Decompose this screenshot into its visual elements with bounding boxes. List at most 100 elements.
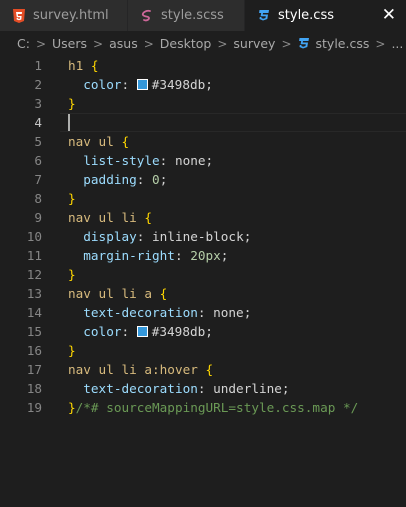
code-token-num: 0 [152, 172, 160, 187]
line-number: 8 [34, 191, 42, 206]
code-token-sel: nav ul [68, 134, 122, 149]
css3-icon [256, 8, 272, 24]
breadcrumb-item-asus[interactable]: asus [109, 36, 138, 51]
code-line[interactable]: 11 margin-right: 20px; [0, 246, 406, 265]
code-line[interactable]: 5 nav ul { [0, 132, 406, 151]
code-line[interactable]: 9 nav ul li { [0, 208, 406, 227]
code-line[interactable]: 14 text-decoration: none; [0, 303, 406, 322]
html5-icon [11, 8, 27, 24]
code-token-prop: color [83, 324, 122, 339]
tab-survey-html[interactable]: survey.html [0, 0, 128, 31]
code-line[interactable]: 18 text-decoration: underline; [0, 379, 406, 398]
code-token-brace: { [205, 362, 214, 377]
code-text: nav ul li a { [68, 284, 167, 303]
code-token-brace: } [68, 400, 76, 415]
chevron-right-icon: > [143, 36, 154, 51]
line-number: 11 [26, 248, 42, 263]
code-token-plain: : underline; [197, 381, 290, 396]
line-number: 14 [26, 305, 42, 320]
code-text: }/*# sourceMappingURL=style.css.map */ [68, 398, 358, 417]
code-token-plain: : none; [159, 153, 214, 168]
line-number: 6 [34, 153, 42, 168]
code-text: nav ul li { [68, 208, 152, 227]
code-line[interactable]: 17 nav ul li a:hover { [0, 360, 406, 379]
line-number: 2 [34, 77, 42, 92]
code-line[interactable]: 4 [0, 113, 406, 132]
code-editor[interactable]: 1 h1 {2 color: #3498db; 3} 4 5 nav ul {6 list… [0, 56, 406, 507]
code-token-brace: } [68, 96, 76, 111]
chevron-right-icon: > [35, 36, 47, 51]
line-number: 10 [26, 229, 42, 244]
code-line[interactable]: 16} [0, 341, 406, 360]
color-swatch[interactable] [136, 79, 148, 90]
code-token-sel: nav ul li a:hover [68, 362, 206, 377]
breadcrumb-item-survey[interactable]: survey [233, 36, 275, 51]
tab-style-scss[interactable]: style.scss [128, 0, 245, 31]
chevron-right-icon: > [217, 36, 228, 51]
code-token-plain: : [121, 324, 137, 339]
breadcrumb-item-desktop[interactable]: Desktop [160, 36, 212, 51]
code-line[interactable]: 8} [0, 189, 406, 208]
breadcrumb-item-file[interactable]: style.css [316, 36, 370, 51]
close-icon[interactable]: ✕ [382, 7, 396, 24]
code-token-brace: { [90, 58, 99, 73]
tab-bar: survey.html style.scss style.css ✕ [0, 0, 406, 31]
code-token-comment: /*# sourceMappingURL=style.css.map */ [75, 400, 359, 415]
line-number: 4 [34, 115, 42, 130]
code-token-prop: display [83, 229, 137, 244]
line-number: 16 [26, 343, 42, 358]
code-text: } [68, 94, 76, 113]
code-line[interactable]: 15 color: #3498db; [0, 322, 406, 341]
code-text: color: #3498db; [68, 322, 213, 341]
chevron-right-icon: > [281, 36, 292, 51]
code-line[interactable]: 13 nav ul li a { [0, 284, 406, 303]
line-number: 18 [26, 381, 42, 396]
tab-style-css[interactable]: style.css ✕ [245, 0, 406, 31]
code-text: } [68, 265, 76, 284]
code-token-plain: ; [159, 172, 168, 187]
line-number: 3 [34, 96, 42, 111]
tab-label: style.scss [161, 8, 224, 23]
line-number: 17 [26, 362, 42, 377]
code-token-num: 20px [190, 248, 221, 263]
line-number: 13 [26, 286, 42, 301]
code-text: color: #3498db; [68, 75, 213, 94]
code-line[interactable]: 2 color: #3498db; [0, 75, 406, 94]
code-token-plain: : [121, 77, 137, 92]
breadcrumb: C: > Users > asus > Desktop > survey > s… [0, 31, 406, 56]
code-line[interactable]: 7 padding: 0; [0, 170, 406, 189]
color-swatch[interactable] [136, 326, 148, 337]
tab-label: style.css [278, 8, 334, 23]
code-line[interactable]: 19}/*# sourceMappingURL=style.css.map */ [0, 398, 406, 417]
code-token-brace: } [68, 343, 76, 358]
code-token-brace: { [159, 286, 168, 301]
code-text: nav ul { [68, 132, 129, 151]
code-text: padding: 0; [68, 170, 167, 189]
code-token-plain: : [136, 172, 153, 187]
line-number: 1 [34, 58, 42, 73]
breadcrumb-item-symbols[interactable]: ... [391, 36, 403, 51]
code-token-brace: { [121, 134, 130, 149]
code-text: display: inline-block; [68, 227, 251, 246]
code-token-plain: ; [220, 248, 229, 263]
code-token-plain: : [174, 248, 191, 263]
code-line[interactable]: 10 display: inline-block; [0, 227, 406, 246]
breadcrumb-item-drive[interactable]: C: [17, 36, 30, 51]
breadcrumb-item-users[interactable]: Users [52, 36, 87, 51]
code-token-prop: list-style [83, 153, 160, 168]
code-line[interactable]: 3} [0, 94, 406, 113]
code-token-prop: text-decoration [83, 381, 198, 396]
line-number: 12 [26, 267, 42, 282]
tab-label: survey.html [33, 8, 109, 23]
code-line[interactable]: 1 h1 { [0, 56, 406, 75]
code-text: text-decoration: none; [68, 303, 251, 322]
code-line[interactable]: 6 list-style: none; [0, 151, 406, 170]
code-text: } [68, 189, 76, 208]
code-token-prop: color [83, 77, 122, 92]
code-line[interactable]: 12} [0, 265, 406, 284]
